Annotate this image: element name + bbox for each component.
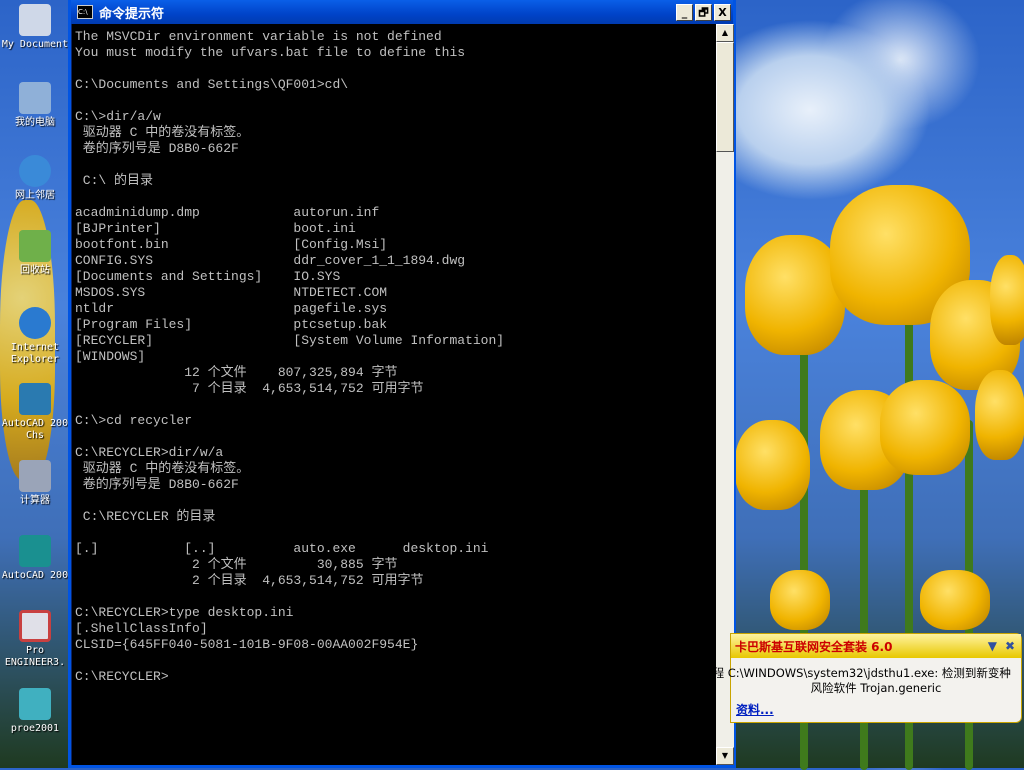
- console-line: ntldr pagefile.sys: [75, 301, 388, 316]
- console-line: 卷的序列号是 D8B0-662F: [75, 141, 239, 156]
- close-button[interactable]: X: [714, 3, 731, 21]
- console-line: C:\RECYCLER>dir/w/a: [75, 445, 224, 460]
- proe2001-icon: [19, 688, 51, 720]
- popup-menu-icon[interactable]: ▼: [988, 639, 997, 653]
- console-line: C:\ 的目录: [75, 173, 154, 188]
- recycle-bin-icon: [19, 230, 51, 262]
- console-line: MSDOS.SYS NTDETECT.COM: [75, 285, 388, 300]
- console-line: [WINDOWS]: [75, 349, 146, 364]
- desktop-icon-calculator[interactable]: 计算器: [0, 460, 70, 507]
- console-app-icon: C:\: [77, 5, 93, 19]
- popup-title: 卡巴斯基互联网安全套装 6.0: [735, 639, 893, 654]
- title-bar[interactable]: C:\ 命令提示符 _ 🗗 X: [71, 0, 733, 24]
- desktop-icon-proe2001[interactable]: proe2001: [0, 688, 70, 735]
- console-line: bootfont.bin [Config.Msi]: [75, 237, 388, 252]
- autocad-icon: [19, 383, 51, 415]
- console-line: C:\>cd recycler: [75, 413, 193, 428]
- desktop-icon-my-computer[interactable]: 我的电脑: [0, 82, 70, 129]
- minimize-button[interactable]: _: [676, 3, 693, 21]
- popup-message-line1: 进程 C:\WINDOWS\system32\jdsthu1.exe: 检测到新…: [701, 666, 1011, 680]
- computer-icon: [19, 82, 51, 114]
- command-prompt-window: C:\ 命令提示符 _ 🗗 X The MSVCDir environment …: [68, 0, 736, 768]
- console-line: 驱动器 C 中的卷没有标签。: [75, 125, 250, 140]
- console-line: [RECYCLER] [System Volume Information]: [75, 333, 505, 348]
- folder-icon: [19, 4, 51, 36]
- console-line: [Program Files] ptcsetup.bak: [75, 317, 388, 332]
- console-line: 驱动器 C 中的卷没有标签。: [75, 461, 250, 476]
- console-line: C:\RECYCLER>type desktop.ini: [75, 605, 294, 620]
- desktop-icon-my-documents[interactable]: My Document: [0, 4, 70, 51]
- console-line: C:\RECYCLER 的目录: [75, 509, 216, 524]
- console-line: [BJPrinter] boot.ini: [75, 221, 356, 236]
- console-line: [.] [..] auto.exe desktop.ini: [75, 541, 489, 556]
- ie-icon: [19, 307, 51, 339]
- popup-header: 卡巴斯基互联网安全套装 6.0 ▼ ✖: [731, 634, 1021, 658]
- console-line: 卷的序列号是 D8B0-662F: [75, 477, 239, 492]
- desktop-icon-pro-engineer[interactable]: Pro ENGINEER3.: [0, 610, 70, 669]
- scroll-up-button[interactable]: ▲: [716, 24, 734, 42]
- scroll-down-button[interactable]: ▼: [716, 747, 734, 765]
- console-line: [Documents and Settings] IO.SYS: [75, 269, 341, 284]
- console-line: acadminidump.dmp autorun.inf: [75, 205, 380, 220]
- console-line: 7 个目录 4,653,514,752 可用字节: [75, 381, 424, 396]
- console-line: 2 个目录 4,653,514,752 可用字节: [75, 573, 424, 588]
- restore-button[interactable]: 🗗: [695, 3, 712, 21]
- desktop-icon-autocad-chs[interactable]: AutoCAD 200 Chs: [0, 383, 70, 442]
- console-line: CONFIG.SYS ddr_cover_1_1_1894.dwg: [75, 253, 466, 268]
- network-icon: [19, 155, 51, 187]
- desktop-icon-recycle-bin[interactable]: 回收站: [0, 230, 70, 277]
- popup-message-line2: 风险软件 Trojan.generic: [810, 681, 942, 695]
- kaspersky-alert-popup: 卡巴斯基互联网安全套装 6.0 ▼ ✖ 进程 C:\WINDOWS\system3…: [701, 633, 1022, 723]
- console-line: 12 个文件 807,325,894 字节: [75, 365, 398, 380]
- console-line: C:\>dir/a/w: [75, 109, 161, 124]
- pro-engineer-icon: [19, 610, 51, 642]
- desktop-icon-network[interactable]: 网上邻居: [0, 155, 70, 202]
- console-line: [.ShellClassInfo]: [75, 621, 208, 636]
- calculator-icon: [19, 460, 51, 492]
- popup-close-icon[interactable]: ✖: [1005, 639, 1015, 653]
- desktop-icon-internet-explorer[interactable]: Internet Explorer: [0, 307, 70, 366]
- console-line: The MSVCDir environment variable is not …: [75, 29, 442, 44]
- console-line: 2 个文件 30,885 字节: [75, 557, 398, 572]
- popup-details-link[interactable]: 资料...: [736, 701, 774, 718]
- desktop-icon-autocad[interactable]: AutoCAD 200: [0, 535, 70, 582]
- autocad-icon: [19, 535, 51, 567]
- console-line: C:\RECYCLER>: [75, 669, 169, 684]
- window-title: 命令提示符: [99, 6, 165, 22]
- console-output[interactable]: The MSVCDir environment variable is not …: [72, 24, 716, 765]
- console-line: CLSID={645FF040-5081-101B-9F08-00AA002F9…: [75, 637, 419, 652]
- scroll-thumb[interactable]: [716, 42, 734, 152]
- console-line: You must modify the ufvars.bat file to d…: [75, 45, 466, 60]
- console-line: C:\Documents and Settings\QF001>cd\: [75, 77, 349, 92]
